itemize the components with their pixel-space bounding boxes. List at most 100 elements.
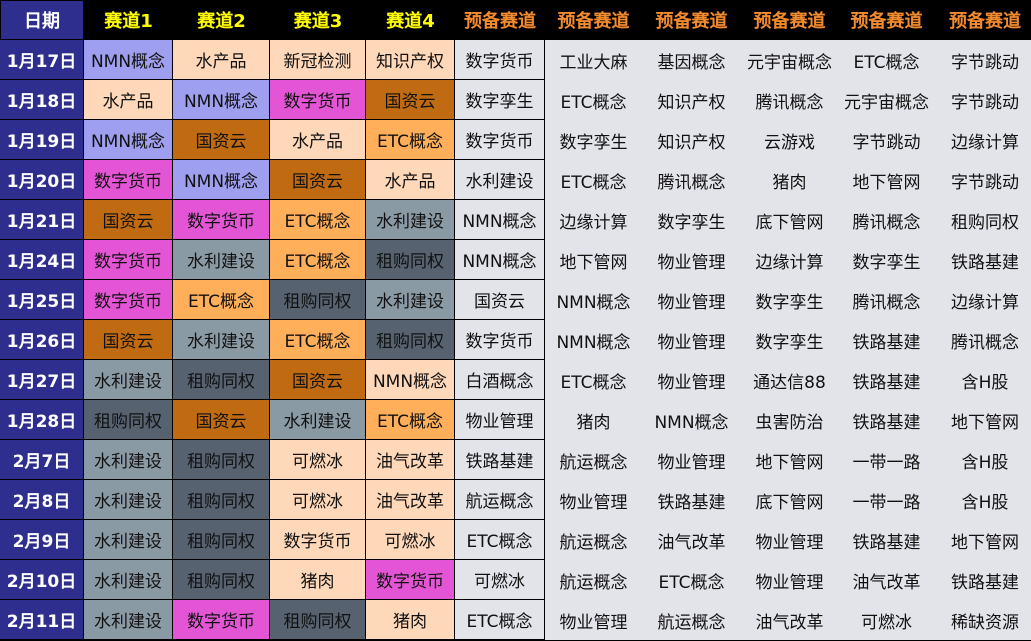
row-date: 2月8日 (0, 480, 84, 520)
track-cell: 可燃冰 (270, 440, 366, 480)
track-cell: 水利建设 (173, 320, 270, 360)
backup-cell: 含H股 (935, 440, 1031, 480)
track-cell: 国资云 (84, 320, 173, 360)
backup-cell: 知识产权 (642, 120, 741, 160)
backup-cell: 铁路基建 (935, 240, 1031, 280)
track-cell: 水利建设 (84, 480, 173, 520)
backup-cell: 底下管网 (741, 480, 838, 520)
header-track-2: 赛道2 (173, 0, 270, 40)
backup-cell: 基因概念 (642, 40, 741, 80)
backup-cell: 物业管理 (642, 360, 741, 400)
backup-cell: 地下管网 (935, 400, 1031, 440)
track-cell: 租购同权 (84, 400, 173, 440)
row-date: 2月10日 (0, 560, 84, 600)
backup-cell: 国资云 (455, 280, 545, 320)
backup-cell: 稀缺资源 (935, 600, 1031, 640)
row-date: 1月27日 (0, 360, 84, 400)
backup-cell: 字节跳动 (935, 40, 1031, 80)
backup-cell: 边缘计算 (741, 240, 838, 280)
track-cell: ETC概念 (366, 120, 455, 160)
track-cell: 租购同权 (173, 560, 270, 600)
backup-cell: 腾讯概念 (838, 280, 935, 320)
backup-cell: 油气改革 (642, 520, 741, 560)
backup-cell: 数字货币 (455, 40, 545, 80)
track-cell: 水产品 (173, 40, 270, 80)
track-cell: 租购同权 (173, 520, 270, 560)
backup-cell: 腾讯概念 (741, 80, 838, 120)
backup-cell: 地下管网 (838, 160, 935, 200)
backup-cell: 数字孪生 (838, 240, 935, 280)
backup-cell: 腾讯概念 (642, 160, 741, 200)
backup-cell: ETC概念 (838, 40, 935, 80)
backup-cell: 云游戏 (741, 120, 838, 160)
header-backup-2: 预备赛道 (545, 0, 642, 40)
track-cell: 猪肉 (270, 560, 366, 600)
row-date: 2月7日 (0, 440, 84, 480)
track-cell: ETC概念 (366, 400, 455, 440)
backup-cell: 铁路基建 (642, 480, 741, 520)
backup-cell: 油气改革 (741, 600, 838, 640)
backup-cell: 数字孪生 (741, 280, 838, 320)
header-backup-6: 预备赛道 (935, 0, 1031, 40)
track-cell: 国资云 (84, 200, 173, 240)
backup-cell: 航运概念 (545, 560, 642, 600)
backup-cell: 底下管网 (741, 200, 838, 240)
track-cell: 数字货币 (84, 240, 173, 280)
row-date: 1月19日 (0, 120, 84, 160)
row-date: 1月28日 (0, 400, 84, 440)
track-cell: 水利建设 (173, 240, 270, 280)
track-cell: 国资云 (173, 400, 270, 440)
backup-cell: 虫害防治 (741, 400, 838, 440)
track-cell: 水利建设 (84, 360, 173, 400)
track-cell: 租购同权 (270, 280, 366, 320)
track-cell: 水产品 (84, 80, 173, 120)
track-cell: 水利建设 (84, 560, 173, 600)
row-date: 1月25日 (0, 280, 84, 320)
backup-cell: 租购同权 (935, 200, 1031, 240)
backup-cell: 可燃冰 (838, 600, 935, 640)
backup-cell: 物业管理 (545, 600, 642, 640)
row-date: 1月26日 (0, 320, 84, 360)
backup-cell: 物业管理 (545, 480, 642, 520)
header-track-1: 赛道1 (84, 0, 173, 40)
track-cell: 数字货币 (84, 160, 173, 200)
backup-cell: 腾讯概念 (838, 200, 935, 240)
backup-cell: 元宇宙概念 (838, 80, 935, 120)
backup-cell: 数字货币 (455, 120, 545, 160)
track-cell: ETC概念 (270, 320, 366, 360)
backup-cell: 水利建设 (455, 160, 545, 200)
backup-cell: NMN概念 (545, 280, 642, 320)
track-cell: 租购同权 (173, 480, 270, 520)
track-cell: ETC概念 (173, 280, 270, 320)
row-date: 1月21日 (0, 200, 84, 240)
backup-cell: 元宇宙概念 (741, 40, 838, 80)
backup-cell: 可燃冰 (455, 560, 545, 600)
row-date: 1月20日 (0, 160, 84, 200)
backup-cell: 航运概念 (642, 600, 741, 640)
backup-cell: ETC概念 (455, 600, 545, 640)
sector-rotation-table: 日期 赛道1 赛道2 赛道3 赛道4 预备赛道 预备赛道 预备赛道 预备赛道 预备赛道 预备赛道 1月… (0, 0, 1031, 641)
backup-cell: 工业大麻 (545, 40, 642, 80)
backup-cell: 物业管理 (642, 240, 741, 280)
track-cell: 国资云 (173, 120, 270, 160)
track-cell: 国资云 (366, 80, 455, 120)
track-cell: 租购同权 (173, 440, 270, 480)
backup-cell: 数字货币 (455, 320, 545, 360)
track-cell: 新冠检测 (270, 40, 366, 80)
backup-cell: 物业管理 (455, 400, 545, 440)
backup-cell: 字节跳动 (838, 120, 935, 160)
track-cell: ETC概念 (270, 200, 366, 240)
backup-cell: 数字孪生 (455, 80, 545, 120)
row-date: 2月11日 (0, 600, 84, 640)
track-cell: 租购同权 (270, 600, 366, 640)
backup-cell: 一带一路 (838, 440, 935, 480)
track-cell: NMN概念 (173, 160, 270, 200)
track-cell: 猪肉 (366, 600, 455, 640)
track-cell: 水利建设 (270, 400, 366, 440)
track-cell: 数字货币 (84, 280, 173, 320)
backup-cell: 边缘计算 (935, 280, 1031, 320)
backup-cell: 油气改革 (838, 560, 935, 600)
backup-cell: 物业管理 (642, 440, 741, 480)
track-cell: 国资云 (270, 160, 366, 200)
track-cell: 知识产权 (366, 40, 455, 80)
